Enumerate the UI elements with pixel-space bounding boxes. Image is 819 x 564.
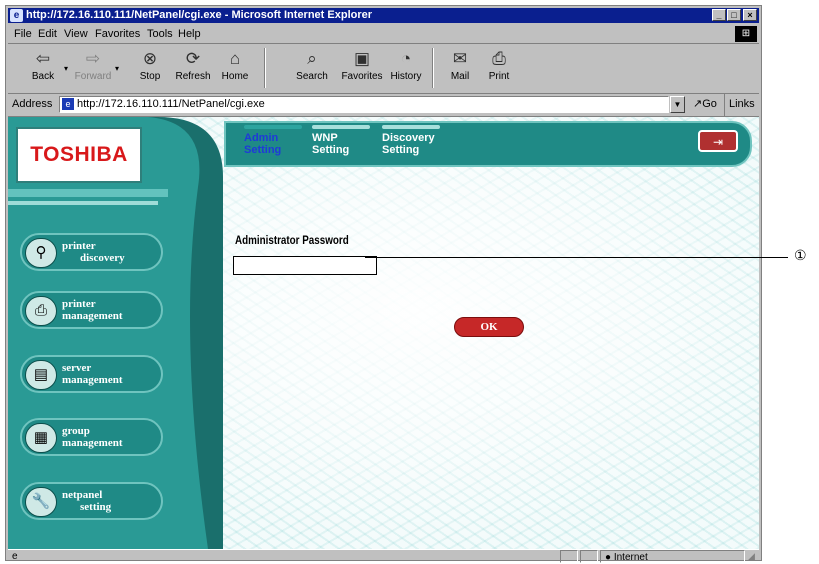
ok-button[interactable]: OK xyxy=(454,317,524,337)
favorites-button[interactable]: ▣ Favorites xyxy=(339,47,385,91)
back-arrow-icon: ⇦ xyxy=(35,49,51,68)
browser-window: e http://172.16.110.111/NetPanel/cgi.exe… xyxy=(5,5,762,563)
forward-button[interactable]: ⇨ Forward xyxy=(73,47,113,91)
minimize-button[interactable]: _ xyxy=(712,9,726,21)
tab-indicator xyxy=(382,125,440,129)
tab-indicator xyxy=(244,125,302,129)
toolbar-separator xyxy=(432,48,434,88)
printer-icon: ⎙ xyxy=(25,296,57,326)
menu-tools[interactable]: Tools xyxy=(147,25,173,43)
menu-favorites[interactable]: Favorites xyxy=(95,25,140,43)
refresh-icon: ⟳ xyxy=(185,49,201,68)
back-dropdown-icon[interactable]: ▾ xyxy=(64,64,68,73)
stop-icon: ⊗ xyxy=(142,49,158,68)
nav-printer-discovery[interactable]: ⚲ printer discovery xyxy=(20,233,163,271)
menu-help[interactable]: Help xyxy=(178,25,201,43)
nav-group-management[interactable]: ▦ group management xyxy=(20,418,163,456)
toolbar: ⇦ Back ▾ ⇨ Forward ▾ ⊗ Stop ⟳ Refresh ⌂ … xyxy=(8,44,759,94)
history-icon: ◔ xyxy=(400,49,412,68)
window-title: http://172.16.110.111/NetPanel/cgi.exe -… xyxy=(26,9,373,21)
refresh-button[interactable]: ⟳ Refresh xyxy=(173,47,213,91)
security-zone: ● Internet xyxy=(600,550,745,563)
favorites-icon: ▣ xyxy=(353,49,371,68)
back-button[interactable]: ⇦ Back xyxy=(23,47,63,91)
password-label: Administrator Password xyxy=(235,233,349,247)
search-icon: ⌕ xyxy=(307,49,317,68)
maximize-button[interactable]: □ xyxy=(727,9,741,21)
home-button[interactable]: ⌂ Home xyxy=(215,47,255,91)
server-icon: ▤ xyxy=(25,360,57,390)
page-icon: e xyxy=(62,98,74,110)
wrench-icon: 🔧 xyxy=(25,487,57,517)
binoculars-icon: ⚲ xyxy=(25,238,57,268)
mail-icon: ✉ xyxy=(452,49,468,68)
address-dropdown-icon[interactable]: ▼ xyxy=(670,96,685,113)
exit-door-icon: ⇥ xyxy=(712,135,724,149)
forward-dropdown-icon[interactable]: ▾ xyxy=(115,64,119,73)
status-pane xyxy=(580,550,598,563)
stop-button[interactable]: ⊗ Stop xyxy=(130,47,170,91)
address-url: http://172.16.110.111/NetPanel/cgi.exe xyxy=(77,98,265,110)
tab-discovery-setting[interactable]: Discovery Setting xyxy=(382,125,442,156)
ie-icon: e xyxy=(10,9,23,22)
callout-number: ① xyxy=(794,247,807,263)
toolbar-separator xyxy=(264,48,266,88)
status-pane xyxy=(560,550,578,563)
forward-arrow-icon: ⇨ xyxy=(85,49,101,68)
page-status-icon: e xyxy=(12,551,18,562)
tab-wnp-setting[interactable]: WNP Setting xyxy=(312,125,372,156)
menu-edit[interactable]: Edit xyxy=(38,25,57,43)
print-icon: ⎙ xyxy=(492,49,506,68)
address-input[interactable]: e http://172.16.110.111/NetPanel/cgi.exe xyxy=(59,96,669,113)
exit-button[interactable]: ⇥ xyxy=(698,130,738,152)
go-arrow-icon: ↗ xyxy=(693,98,703,110)
settings-tab-strip: Admin Setting WNP Setting Discovery Sett… xyxy=(224,121,752,167)
status-bar: e ● Internet ◢ xyxy=(8,549,759,563)
address-bar: Address e http://172.16.110.111/NetPanel/… xyxy=(8,94,759,136)
nav-server-management[interactable]: ▤ server management xyxy=(20,355,163,393)
group-icon: ▦ xyxy=(25,423,57,453)
password-input[interactable] xyxy=(233,256,377,275)
close-button[interactable]: × xyxy=(743,9,757,21)
address-label: Address xyxy=(12,98,53,110)
nav-netpanel-setting[interactable]: 🔧 netpanel setting xyxy=(20,482,163,520)
windows-logo-icon: ⊞ xyxy=(735,26,757,42)
title-bar: e http://172.16.110.111/NetPanel/cgi.exe… xyxy=(8,8,759,23)
callout-line xyxy=(365,257,788,258)
resize-grip-icon[interactable]: ◢ xyxy=(748,550,755,563)
page-content: TOSHIBA Admin Setting WNP Setting Discov… xyxy=(8,116,759,549)
toshiba-logo: TOSHIBA xyxy=(16,127,142,183)
home-icon: ⌂ xyxy=(229,49,241,68)
menu-file[interactable]: File xyxy=(14,25,32,43)
search-button[interactable]: ⌕ Search xyxy=(292,47,332,91)
globe-icon: ● xyxy=(605,552,612,563)
go-button[interactable]: ↗Go xyxy=(693,94,717,115)
tab-admin-setting[interactable]: Admin Setting xyxy=(244,125,304,156)
menu-bar: File Edit View Favorites Tools Help ⊞ xyxy=(8,25,759,44)
history-button[interactable]: ◔ History xyxy=(386,47,426,91)
print-button[interactable]: ⎙ Print xyxy=(479,47,519,91)
mail-button[interactable]: ✉ Mail xyxy=(440,47,480,91)
nav-printer-management[interactable]: ⎙ printer management xyxy=(20,291,163,329)
menu-view[interactable]: View xyxy=(64,25,88,43)
tab-indicator xyxy=(312,125,370,129)
